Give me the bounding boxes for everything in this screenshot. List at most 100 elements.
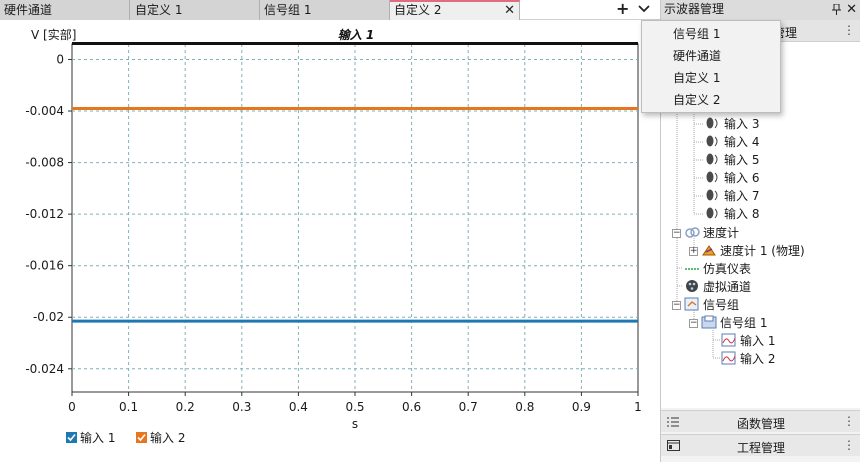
tree-item-speed-sensor-1[interactable]: 速度计 1 (物理): [701, 242, 805, 260]
sensor-icon: [705, 188, 721, 202]
tree-item-label: 输入 8: [724, 207, 760, 221]
tree-item-input-3[interactable]: 输入 3: [705, 115, 759, 133]
expand-icon[interactable]: +: [689, 247, 698, 256]
chart-x-label: s: [352, 417, 358, 431]
tree-item-signal-group-1[interactable]: 信号组 1: [701, 314, 767, 332]
panel-title-bar: 示波器管理 ✕: [661, 0, 860, 20]
close-icon[interactable]: ✕: [504, 2, 515, 19]
plus-icon[interactable]: +: [616, 0, 629, 18]
tab-label: 自定义 2: [394, 3, 442, 17]
x-tick-label: 0.5: [345, 400, 364, 414]
legend-label: 输入 2: [150, 431, 186, 445]
tree-item-label: 输入 2: [740, 352, 776, 366]
tree-item-signal-input-1[interactable]: 输入 1: [721, 332, 775, 350]
tab-custom-2[interactable]: 自定义 2 ✕: [390, 0, 520, 20]
tree-item-label: 虚拟通道: [703, 280, 752, 294]
x-tick-label: 0.2: [176, 400, 195, 414]
x-axis-ticks: 0 0.1 0.2 0.3 0.4 0.5 0.6 0.7 0.8 0.9 1: [68, 392, 642, 414]
dock-label: 工程管理: [736, 441, 785, 455]
y-tick-label: -0.024: [25, 362, 64, 376]
pin-icon[interactable]: [832, 2, 841, 21]
tree-item-input-7[interactable]: 输入 7: [705, 187, 759, 205]
x-tick-label: 0.1: [119, 400, 138, 414]
checkbox-checked-icon[interactable]: [136, 432, 147, 443]
chevron-down-icon[interactable]: [638, 3, 650, 17]
signal-group-folder-icon: [701, 315, 717, 329]
x-tick-label: 0.3: [232, 400, 251, 414]
tree-item-input-6[interactable]: 输入 6: [705, 169, 759, 187]
tree-item-input-4[interactable]: 输入 4: [705, 133, 759, 151]
project-manager-bar[interactable]: 工程管理 ⋮: [661, 434, 860, 456]
tab-signal-group-1[interactable]: 信号组 1: [260, 0, 390, 20]
close-icon[interactable]: ✕: [846, 0, 857, 19]
more-options-icon[interactable]: ⋮: [843, 438, 855, 452]
x-tick-label: 0.4: [289, 400, 308, 414]
tab-custom-1[interactable]: 自定义 1: [130, 0, 260, 20]
y-tick-label: -0.004: [25, 104, 64, 118]
x-tick-label: 0.8: [515, 400, 534, 414]
collapse-icon[interactable]: −: [689, 319, 698, 328]
speed-sensor-icon: [701, 243, 717, 257]
tree-item-input-8[interactable]: 输入 8: [705, 205, 759, 223]
signal-group-icon: [684, 297, 700, 311]
collapse-icon[interactable]: −: [672, 301, 681, 310]
tree-item-label: 输入 5: [724, 153, 760, 167]
menu-item-custom-2[interactable]: 自定义 2: [642, 89, 780, 111]
tree-item-label: 速度计 1 (物理): [720, 244, 805, 258]
menu-item-label: 自定义 2: [673, 93, 721, 107]
menu-item-hardware-channels[interactable]: 硬件通道: [642, 45, 780, 67]
x-tick-label: 0.7: [459, 400, 478, 414]
y-tick-label: -0.02: [33, 310, 64, 324]
y-tick-label: -0.012: [25, 207, 64, 221]
sensor-icon: [705, 116, 721, 130]
legend-item-input-1[interactable]: 输入 1: [66, 431, 115, 445]
chart-y-unit: V [实部]: [31, 27, 76, 42]
waveform-icon: [721, 333, 737, 347]
oscilloscope-view[interactable]: V [实部] 输入 1 0 -0.004 -0.008 -0.012 -0.016 -0.…: [0, 20, 660, 462]
tree-item-label: 输入 3: [724, 117, 760, 131]
dock-label: 函数管理: [736, 417, 785, 431]
legend-item-input-2[interactable]: 输入 2: [136, 431, 185, 445]
more-options-icon[interactable]: ⋮: [843, 23, 855, 37]
chart[interactable]: V [实部] 输入 1 0 -0.004 -0.008 -0.012 -0.016 -0.…: [0, 20, 660, 462]
tab-hardware-channels[interactable]: 硬件通道: [0, 0, 130, 20]
tree-item-signal-input-2[interactable]: 输入 2: [721, 350, 775, 368]
collapse-icon[interactable]: −: [672, 229, 681, 238]
simulation-icon: [684, 261, 700, 275]
waveform-icon: [721, 351, 737, 365]
plot-top-border: [72, 42, 638, 45]
tree-item-label: 输入 4: [724, 135, 760, 149]
chart-title: 输入 1: [338, 28, 375, 42]
menu-item-signal-group-1[interactable]: 信号组 1: [642, 23, 780, 45]
tree-item-signal-group[interactable]: 信号组: [684, 296, 739, 314]
y-axis-ticks: 0 -0.004 -0.008 -0.012 -0.016 -0.02 -0.024: [25, 52, 72, 376]
tab-bar: 硬件通道 自定义 1 信号组 1 自定义 2 ✕ +: [0, 0, 660, 20]
menu-item-custom-1[interactable]: 自定义 1: [642, 67, 780, 89]
sensor-icon: [705, 152, 721, 166]
tree-item-input-5[interactable]: 输入 5: [705, 151, 759, 169]
sensor-icon: [705, 206, 721, 220]
tab-label: 硬件通道: [4, 3, 53, 17]
more-options-icon[interactable]: ⋮: [843, 414, 855, 428]
checkbox-checked-icon[interactable]: [66, 432, 77, 443]
tree-item-label: 输入 1: [740, 334, 776, 348]
function-manager-bar[interactable]: 函数管理 ⋮: [661, 410, 860, 432]
menu-item-label: 信号组 1: [673, 27, 721, 41]
y-tick-label: -0.016: [25, 259, 64, 273]
tab-list-dropdown: 信号组 1 硬件通道 自定义 1 自定义 2: [641, 20, 781, 113]
tree-item-speedometer[interactable]: 速度计: [684, 224, 739, 242]
tree-item-label: 速度计: [703, 226, 740, 240]
tab-label: 自定义 1: [135, 3, 183, 17]
sensor-icon: [705, 134, 721, 148]
menu-item-label: 硬件通道: [673, 49, 722, 63]
tree-item-simulation-meter[interactable]: 仿真仪表: [684, 260, 751, 278]
tree-item-label: 信号组: [703, 298, 740, 312]
speedometer-icon: [684, 225, 700, 239]
x-tick-label: 0.9: [572, 400, 591, 414]
tab-label: 信号组 1: [264, 3, 312, 17]
tree-item-virtual-channel[interactable]: 虚拟通道: [684, 278, 751, 296]
panel-title: 示波器管理: [664, 2, 725, 16]
menu-item-label: 自定义 1: [673, 71, 721, 85]
x-tick-label: 1: [634, 400, 642, 414]
tree-item-label: 输入 7: [724, 189, 760, 203]
